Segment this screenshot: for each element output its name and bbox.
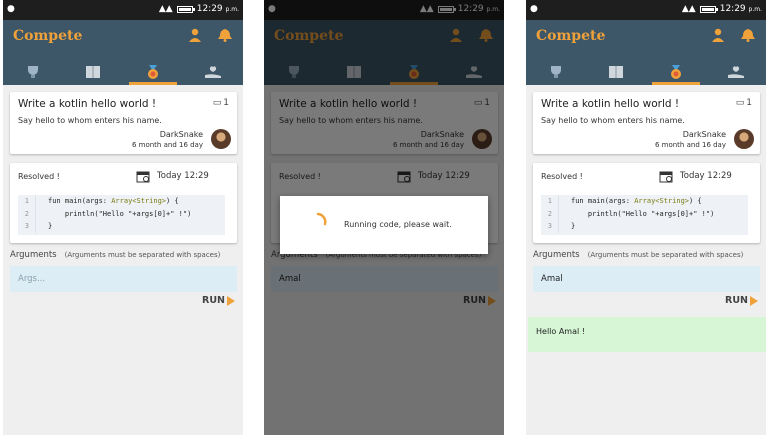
result-time: Today 12:29 [157,171,209,181]
status-bar: ● ▲▲ 12:29 p.m. [526,0,766,20]
bell-icon[interactable] [217,28,233,42]
app-title: Compete [13,28,83,44]
arguments-header: Arguments (Arguments must be separated w… [533,250,743,260]
arguments-hint: (Arguments must be separated with spaces… [64,251,221,259]
question-age: 6 month and 16 day [654,141,726,149]
question-title: Write a kotlin hello world ! [18,98,157,110]
output-panel: Hello Amal ! [528,317,766,352]
spinner-icon [316,212,327,226]
result-card: Resolved ! Today 12:29 1 fun main(args: A… [533,163,760,243]
medal-icon [148,65,158,79]
avatar[interactable] [734,129,754,149]
android-icon: ● [530,4,538,14]
tab-trophy[interactable] [526,59,586,85]
signal-icon: ▲▲ [681,4,696,14]
book-icon [609,66,623,78]
question-card[interactable]: Write a kotlin hello world ! ▭1 Say hell… [10,92,237,154]
app-bar: Compete [526,20,766,85]
play-icon [227,295,235,306]
arguments-label: Arguments [533,250,580,260]
author-name: DarkSnake [682,130,726,139]
tab-hand[interactable] [183,59,243,85]
tab-medal[interactable] [646,59,706,85]
tab-trophy[interactable] [3,59,63,85]
screen-initial: ● ▲▲ 12:29 p.m. Compete Write a kotlin h… [3,0,243,435]
result-status: Resolved ! [18,172,60,181]
arguments-input[interactable] [10,266,237,292]
screen-running: ● ▲▲ 12:29 p.m. Compete Write a kotlin h… [264,0,504,435]
question-age: 6 month and 16 day [131,141,203,149]
battery-icon [699,5,718,13]
calendar-icon [136,171,150,183]
medal-icon [671,65,681,79]
progress-message: Running code, please wait. [344,220,452,229]
avatar[interactable] [211,129,231,149]
arguments-label: Arguments [10,250,57,260]
run-button[interactable]: RUN [725,295,758,306]
trophy-icon [551,66,561,78]
author-name: DarkSnake [159,130,203,139]
signal-icon: ▲▲ [158,4,173,14]
app-bar: Compete [3,20,243,85]
arguments-header: Arguments (Arguments must be separated w… [10,250,220,260]
hand-heart-icon [728,66,744,78]
question-description: Say hello to whom enters his name. [541,116,685,125]
battery-icon [176,5,195,13]
status-time: 12:29 p.m. [196,4,239,14]
status-bar: ● ▲▲ 12:29 p.m. [3,0,243,20]
calendar-icon [659,171,673,183]
arguments-input[interactable] [533,266,760,292]
question-description: Say hello to whom enters his name. [18,116,162,125]
hand-heart-icon [205,66,221,78]
solutions-icon: ▭ [735,98,745,108]
question-card[interactable]: Write a kotlin hello world ! ▭1 Say hell… [533,92,760,154]
tab-bar [526,59,766,85]
tab-bar [3,59,243,85]
arguments-hint: (Arguments must be separated with spaces… [587,251,744,259]
solutions-count: ▭1 [212,98,229,108]
status-time: 12:29 p.m. [719,4,762,14]
result-status: Resolved ! [541,172,583,181]
tab-book[interactable] [63,59,123,85]
trophy-icon [28,66,38,78]
screen-result: ● ▲▲ 12:29 p.m. Compete Write a kotlin h… [526,0,766,435]
user-icon[interactable] [712,28,724,42]
run-button[interactable]: RUN [202,295,235,306]
tab-hand[interactable] [706,59,766,85]
tab-medal[interactable] [123,59,183,85]
result-time: Today 12:29 [680,171,732,181]
book-icon [86,66,100,78]
question-title: Write a kotlin hello world ! [541,98,680,110]
user-icon[interactable] [189,28,201,42]
progress-dialog: Running code, please wait. [280,196,488,254]
solutions-count: ▭1 [735,98,752,108]
code-block: 1 fun main(args: Array<String>) { 2 print… [541,195,748,235]
result-card: Resolved ! Today 12:29 1 fun main(args: A… [10,163,237,243]
android-icon: ● [7,4,15,14]
play-icon [750,295,758,306]
bell-icon[interactable] [740,28,756,42]
solutions-icon: ▭ [212,98,222,108]
app-title: Compete [536,28,606,44]
tab-book[interactable] [586,59,646,85]
code-block: 1 fun main(args: Array<String>) { 2 print… [18,195,225,235]
